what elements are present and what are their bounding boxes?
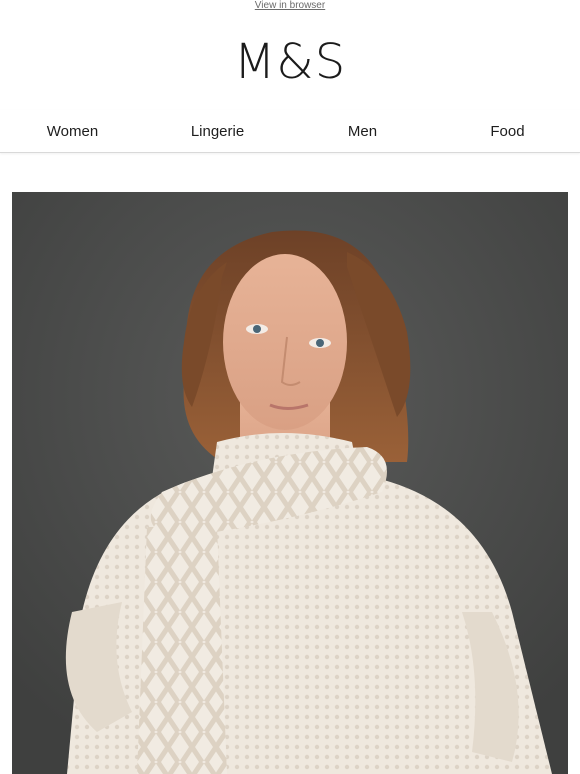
- cable-knit-scarf-tail: [137, 527, 227, 774]
- hero-illustration: [12, 192, 568, 774]
- view-in-browser-link[interactable]: View in browser: [255, 0, 325, 11]
- left-iris: [253, 325, 261, 333]
- hero-image[interactable]: [12, 192, 568, 774]
- nav-item-men[interactable]: Men: [290, 123, 435, 140]
- view-in-browser-bar: View in browser: [0, 0, 580, 14]
- brand-logo[interactable]: M&S: [234, 38, 346, 86]
- logo-area: M&S: [0, 14, 580, 110]
- nav-item-women[interactable]: Women: [0, 123, 145, 140]
- main-navigation: Women Lingerie Men Food: [0, 110, 580, 153]
- nav-item-lingerie[interactable]: Lingerie: [145, 123, 290, 140]
- nav-item-food[interactable]: Food: [435, 123, 580, 140]
- right-iris: [316, 339, 324, 347]
